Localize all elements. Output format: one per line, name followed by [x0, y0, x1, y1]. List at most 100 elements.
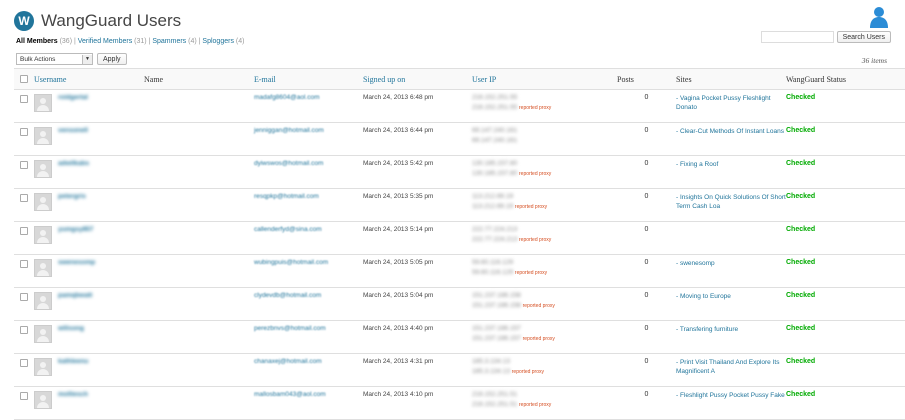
col-username[interactable]: Username [34, 68, 144, 90]
username-link[interactable]: molliesch [58, 387, 88, 409]
email-link[interactable]: dyiwswos@hotmail.com [254, 156, 323, 167]
username-link[interactable]: wilisong [58, 321, 84, 343]
filter-all-members[interactable]: All Members [16, 38, 58, 45]
email-cell: mallosbam043@aol.com [254, 386, 363, 420]
email-link[interactable]: resqpkp@hotmail.com [254, 189, 319, 200]
row-checkbox[interactable] [20, 227, 28, 235]
col-user-ip[interactable]: User IP [472, 68, 617, 90]
row-checkbox[interactable] [20, 326, 28, 334]
status-badge: Checked [786, 287, 905, 321]
table-row: yumgsy857 callenderfyd@sina.com March 24… [14, 221, 905, 255]
username-link[interactable]: petergris [58, 189, 86, 211]
table-row: petergris resqpkp@hotmail.com March 24, … [14, 188, 905, 222]
row-check-cell [14, 122, 34, 156]
username-link[interactable]: yumgsy857 [58, 222, 93, 244]
users-table: Username Name E-mail Signed up on User I… [14, 68, 905, 420]
filter-verified-count: (31) [134, 38, 147, 45]
signup-date: March 24, 2013 5:35 pm [363, 188, 472, 222]
site-link[interactable]: - Fixing a Roof [676, 155, 786, 189]
email-cell: wubingpuis@hotmail.com [254, 254, 363, 288]
bulk-actions-select[interactable]: Bulk Actions ▼ [16, 53, 93, 65]
email-link[interactable]: jenniggan@hotmail.com [254, 123, 324, 134]
row-checkbox[interactable] [20, 359, 28, 367]
email-link[interactable]: madafg8604@aol.com [254, 90, 320, 101]
ip-address: 216.152.251.51 [472, 391, 518, 398]
search-users-button[interactable]: Search Users [836, 31, 891, 43]
username-cell: adwilkabs [34, 155, 144, 189]
avatar [34, 358, 52, 376]
col-email[interactable]: E-mail [254, 68, 363, 90]
row-checkbox[interactable] [20, 161, 28, 169]
row-checkbox[interactable] [20, 95, 28, 103]
filter-sploggers[interactable]: Sploggers [202, 38, 234, 45]
email-link[interactable]: clydevdb@hotmail.com [254, 288, 321, 299]
username-link[interactable]: adwilkabs [58, 156, 89, 178]
avatar [34, 325, 52, 343]
site-link[interactable]: - Fleshlight Pussy Pocket Pussy Fake [676, 386, 786, 420]
username-cell: petergris [34, 188, 144, 222]
search-input[interactable] [760, 31, 834, 43]
table-row: kathleenu chanaxej@hotmail.com March 24,… [14, 353, 905, 387]
filter-verified-members[interactable]: Verified Members [78, 38, 132, 45]
select-all-checkbox[interactable] [20, 74, 28, 83]
ip-address-2: 216.152.251.55 [472, 104, 518, 111]
reported-proxy-label: reported proxy [519, 171, 552, 177]
site-link[interactable]: - Insights On Quick Solutions Of Short T… [676, 188, 786, 222]
posts-count: 0 [617, 320, 676, 354]
email-link[interactable]: callenderfyd@sina.com [254, 222, 322, 233]
col-status: WangGuard Status [786, 68, 905, 90]
site-link[interactable]: - Moving to Europe [676, 287, 786, 321]
signup-date: March 24, 2013 4:10 pm [363, 386, 472, 420]
site-link[interactable] [676, 221, 786, 255]
row-check-cell [14, 221, 34, 255]
ip-address: 185.3.134.13 [472, 358, 510, 365]
col-sites: Sites [676, 68, 786, 90]
ip-cell: 113.212.69.19 113.212.69.19 reported pro… [472, 188, 617, 222]
site-link[interactable]: - Clear-Cut Methods Of Instant Loans [676, 122, 786, 156]
filter-spammers-count: (4) [188, 38, 197, 45]
username-cell: swenesomp [34, 254, 144, 288]
apply-button[interactable]: Apply [97, 53, 127, 65]
site-link[interactable]: - swenesomp [676, 254, 786, 288]
ip-address-2: 130.185.157.80 [472, 170, 518, 177]
email-link[interactable]: chanaxej@hotmail.com [254, 354, 322, 365]
filter-spammers[interactable]: Spammers [152, 38, 186, 45]
site-link[interactable]: - Transfering furniture [676, 320, 786, 354]
avatar [34, 226, 52, 244]
username-cell: roidgertal [34, 89, 144, 123]
status-badge: Checked [786, 221, 905, 255]
ip-cell: 151.237.186.157 151.237.186.157 reported… [472, 320, 617, 354]
reported-proxy-label: reported proxy [522, 303, 555, 309]
table-row: vensonell jenniggan@hotmail.com March 24… [14, 122, 905, 156]
ip-address: 222.77.224.213 [472, 226, 518, 233]
username-link[interactable]: roidgertal [58, 90, 88, 112]
username-link[interactable]: pamqbwatt [58, 288, 92, 310]
status-badge: Checked [786, 254, 905, 288]
table-header-row: Username Name E-mail Signed up on User I… [14, 68, 905, 90]
name-cell [144, 386, 254, 420]
row-check-cell [14, 320, 34, 354]
signup-date: March 24, 2013 5:04 pm [363, 287, 472, 321]
row-checkbox[interactable] [20, 293, 28, 301]
site-link[interactable]: - Vagina Pocket Pussy Fleshlight Donato [676, 89, 786, 123]
username-link[interactable]: swenesomp [58, 255, 95, 277]
items-count: 36 items [861, 56, 887, 65]
row-checkbox[interactable] [20, 128, 28, 136]
username-link[interactable]: vensonell [58, 123, 88, 145]
ip-address-2: 222.77.224.213 [472, 236, 518, 243]
col-signed-up[interactable]: Signed up on [363, 68, 472, 90]
email-link[interactable]: perezbnvs@hotmail.com [254, 321, 326, 332]
row-checkbox[interactable] [20, 194, 28, 202]
username-link[interactable]: kathleenu [58, 354, 88, 376]
email-link[interactable]: wubingpuis@hotmail.com [254, 255, 328, 266]
site-link[interactable]: - Print Visit Thailand And Explore Its M… [676, 353, 786, 387]
ip-address: 69.147.240.161 [472, 127, 518, 134]
bulk-actions-bar: Bulk Actions ▼ Apply [16, 53, 127, 65]
row-checkbox[interactable] [20, 260, 28, 268]
email-cell: perezbnvs@hotmail.com [254, 320, 363, 354]
email-cell: chanaxej@hotmail.com [254, 353, 363, 387]
row-check-cell [14, 188, 34, 222]
table-row: wilisong perezbnvs@hotmail.com March 24,… [14, 320, 905, 354]
email-link[interactable]: mallosbam043@aol.com [254, 387, 326, 398]
row-checkbox[interactable] [20, 392, 28, 400]
